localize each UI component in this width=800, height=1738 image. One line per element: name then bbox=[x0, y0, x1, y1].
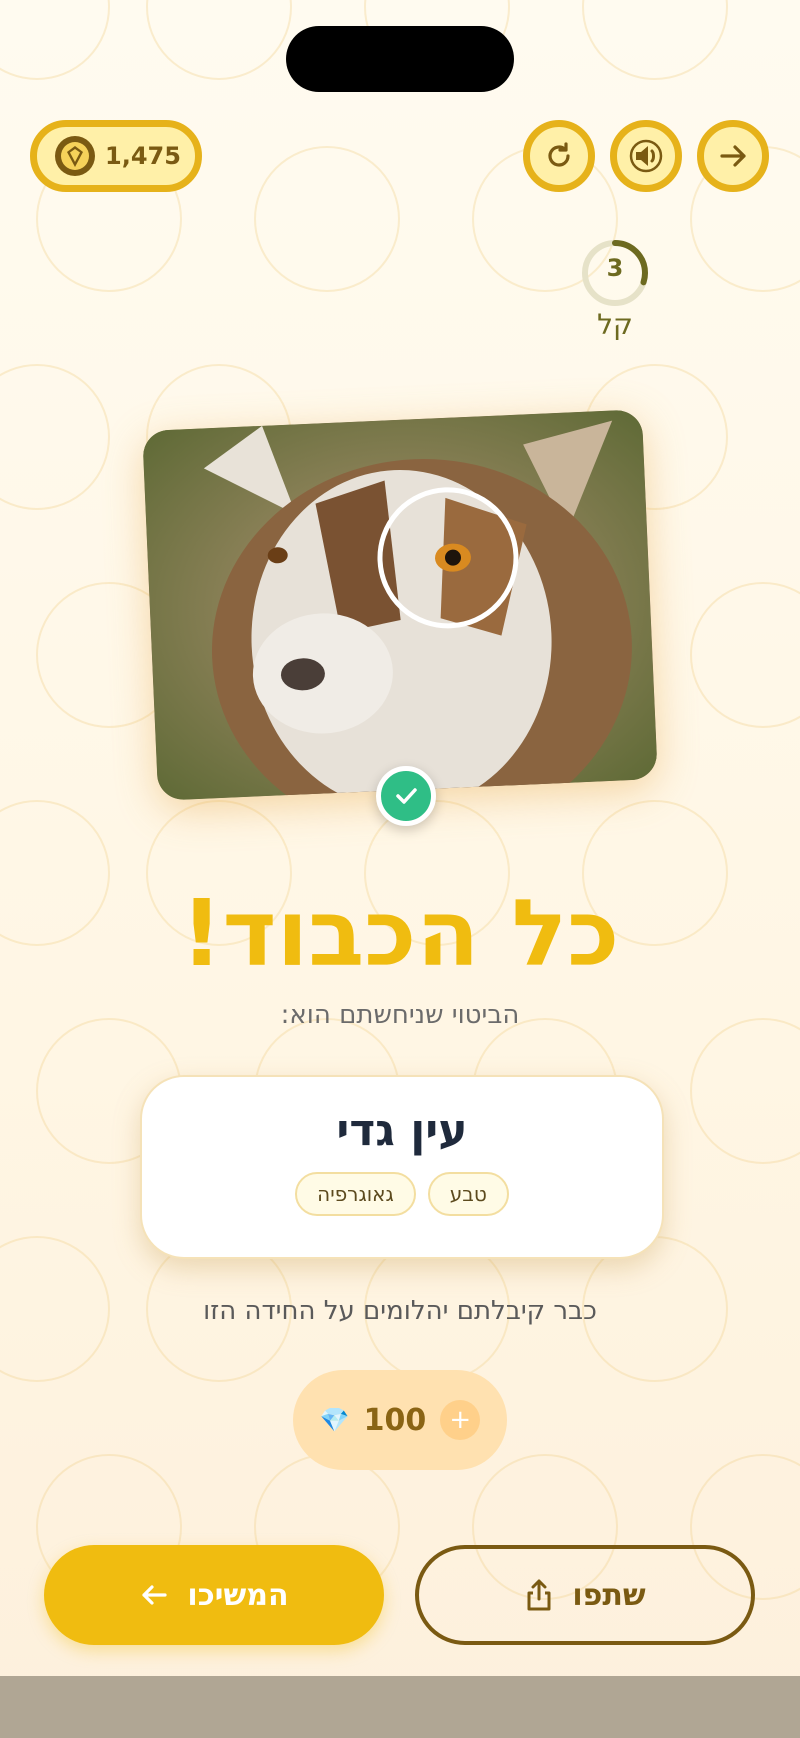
plus-icon: + bbox=[440, 1400, 481, 1440]
continue-button[interactable]: המשיכו bbox=[44, 1545, 384, 1645]
answer-phrase: עין גדי bbox=[336, 1105, 468, 1156]
tag-geography: גאוגרפיה bbox=[295, 1172, 416, 1216]
already-rewarded-note: כבר קיבלתם יהלומים על החידה הזו bbox=[203, 1296, 597, 1326]
reward-pill: 💎 100 + bbox=[293, 1370, 507, 1470]
sound-icon bbox=[629, 139, 663, 173]
sound-button[interactable] bbox=[610, 120, 682, 192]
correct-check-badge bbox=[376, 766, 436, 826]
check-icon bbox=[396, 788, 417, 804]
success-title: כל הכבוד! bbox=[180, 880, 620, 987]
category-tags: טבע גאוגרפיה bbox=[142, 1172, 662, 1216]
coin-count: 1,475 bbox=[105, 142, 181, 170]
share-label: שתפו bbox=[572, 1577, 646, 1613]
continue-label: המשיכו bbox=[187, 1577, 289, 1613]
restart-icon bbox=[548, 142, 570, 167]
puzzle-image bbox=[142, 409, 658, 801]
next-button[interactable] bbox=[697, 120, 769, 192]
background-pattern bbox=[0, 0, 800, 1738]
share-button[interactable]: שתפו bbox=[415, 1545, 755, 1645]
coin-balance[interactable]: 1,475 bbox=[30, 120, 202, 192]
goat-photo bbox=[142, 409, 658, 801]
difficulty-label: קל bbox=[597, 308, 633, 341]
camera-notch bbox=[286, 26, 514, 92]
gem-icon bbox=[55, 136, 95, 176]
diamond-icon: 💎 bbox=[319, 1406, 350, 1434]
bottom-bar bbox=[0, 1676, 800, 1738]
level-number: 3 bbox=[606, 254, 624, 282]
guessed-phrase-caption: הביטוי שניחשתם הוא: bbox=[280, 1000, 520, 1030]
level-indicator: 3 קל bbox=[580, 238, 650, 341]
restart-button[interactable] bbox=[523, 120, 595, 192]
arrow-left-icon bbox=[142, 1585, 167, 1605]
reward-amount: 100 bbox=[363, 1402, 427, 1438]
share-icon bbox=[527, 1579, 551, 1611]
tag-nature: טבע bbox=[427, 1172, 509, 1216]
answer-card: עין גדי טבע גאוגרפיה bbox=[140, 1075, 664, 1259]
forward-arrow-icon bbox=[720, 145, 746, 167]
